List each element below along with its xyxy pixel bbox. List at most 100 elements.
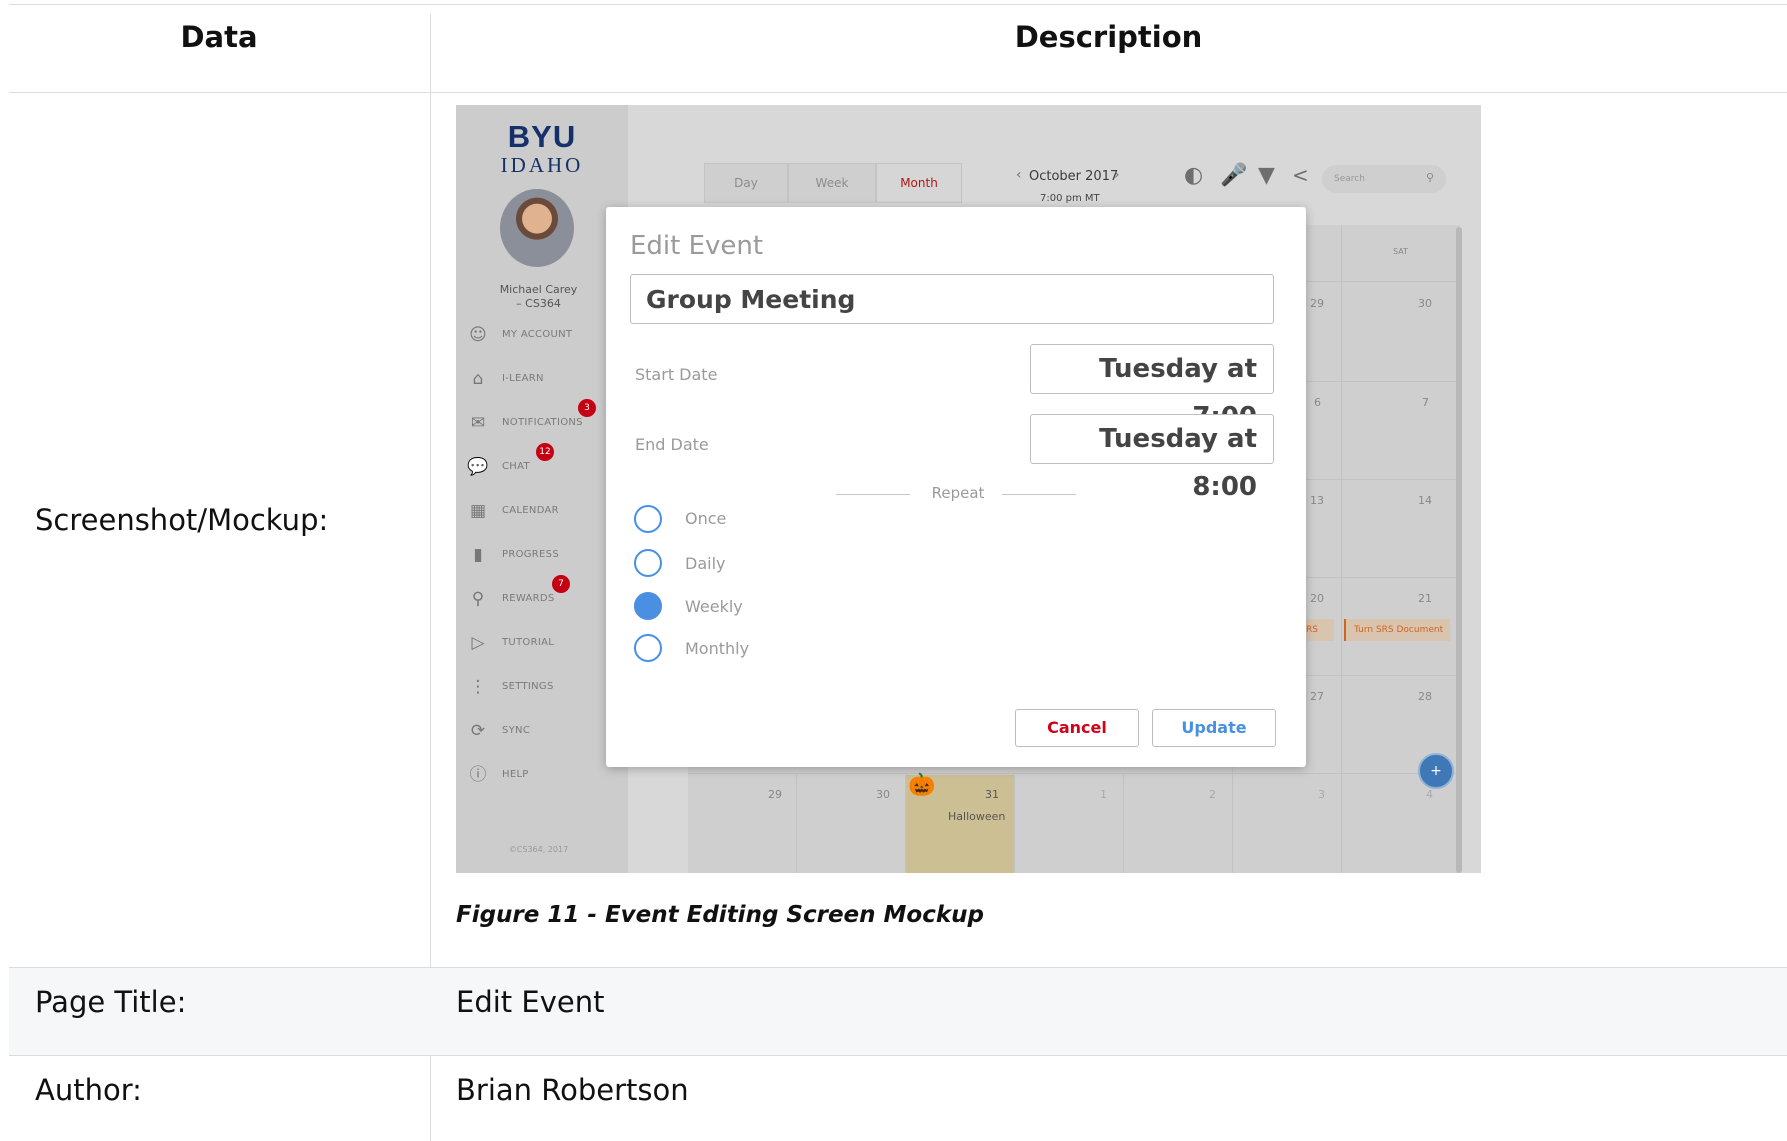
day-number[interactable]: 4 [1426, 788, 1433, 801]
sync-icon: ⟳ [470, 721, 486, 741]
bar-chart-icon: ▮ [473, 545, 483, 565]
dialog-title: Edit Event [630, 231, 764, 261]
header-bottom-border [9, 92, 1787, 93]
radio-once[interactable] [634, 505, 662, 533]
radio-label-daily: Daily [685, 554, 726, 573]
radio-label-monthly: Monthly [685, 639, 750, 658]
day-number[interactable]: 31 [985, 788, 999, 801]
nav-tutorial[interactable]: ▷ TUTORIAL [466, 631, 626, 657]
user-icon: ☺ [469, 325, 487, 345]
filter-icon[interactable]: ▼ [1258, 163, 1275, 188]
nav-help[interactable]: ⓘ HELP [466, 763, 626, 789]
nav-rewards[interactable]: ⚲ REWARDS 7 [466, 575, 626, 613]
nav-sync[interactable]: ⟳ SYNC [466, 719, 626, 745]
calendar-icon: ▦ [469, 501, 487, 521]
start-date-field[interactable]: Tuesday at 7:00 [1030, 344, 1274, 432]
edit-event-dialog: Edit Event Group Meeting Start Date Tues… [606, 207, 1306, 767]
update-button[interactable]: Update [1152, 709, 1276, 747]
user-name: Michael Carey – CS364 [499, 283, 578, 310]
page-title-row [9, 968, 1787, 1055]
avatar[interactable] [500, 189, 574, 267]
tab-week[interactable]: Week [788, 163, 876, 203]
rewards-badge: 7 [552, 575, 570, 593]
trophy-icon: ⚲ [471, 589, 485, 609]
nav-chat[interactable]: 💬 CHAT 12 [466, 443, 626, 481]
search-icon[interactable]: ⚲ [1426, 171, 1434, 184]
screenshot-label: Screenshot/Mockup: [35, 503, 329, 537]
next-month-icon[interactable]: › [1114, 167, 1120, 183]
logo-idaho: IDAHO [500, 153, 584, 177]
day-number[interactable]: 29 [768, 788, 782, 801]
calendar-event[interactable]: Turn SRS Document [1344, 619, 1450, 641]
figure-caption: Figure 11 - Event Editing Screen Mockup [456, 902, 984, 928]
day-number[interactable]: 28 [1418, 690, 1432, 703]
nav-progress[interactable]: ▮ PROGRESS [466, 543, 626, 569]
day-number[interactable]: 6 [1314, 396, 1321, 409]
calendar-scrollbar[interactable] [1456, 227, 1462, 873]
add-event-button[interactable]: + [1418, 753, 1454, 789]
pumpkin-icon: 🎃 [908, 773, 936, 798]
mockup-screenshot: BYU IDAHO Michael Carey – CS364 ☺ MY ACC… [456, 105, 1481, 873]
calendar-event[interactable]: RS [1304, 619, 1334, 641]
radio-daily[interactable] [634, 549, 662, 577]
divider [1002, 494, 1076, 495]
tab-day[interactable]: Day [704, 163, 788, 203]
start-date-label: Start Date [635, 365, 718, 384]
logo-byu: BYU [507, 119, 577, 154]
chat-badge: 12 [536, 443, 554, 461]
sidebar: BYU IDAHO Michael Carey – CS364 ☺ MY ACC… [456, 105, 628, 873]
prev-month-icon[interactable]: ‹ [1016, 167, 1022, 183]
end-date-label: End Date [635, 435, 709, 454]
page-title-value: Edit Event [456, 985, 605, 1019]
home-icon: ⌂ [472, 369, 484, 389]
day-number[interactable]: 7 [1422, 396, 1429, 409]
nav-calendar[interactable]: ▦ CALENDAR [466, 499, 626, 525]
contrast-icon[interactable]: ◐ [1184, 163, 1203, 188]
table-top-border [9, 4, 1787, 5]
author-value: Brian Robertson [456, 1073, 689, 1107]
header-col-description: Description [1014, 20, 1203, 54]
page-title-label: Page Title: [35, 985, 187, 1019]
cancel-button[interactable]: Cancel [1015, 709, 1139, 747]
day-number[interactable]: 29 [1310, 297, 1324, 310]
holiday-label: Halloween [948, 810, 1006, 823]
day-number[interactable]: 3 [1318, 788, 1325, 801]
tab-month[interactable]: Month [876, 163, 962, 203]
day-number[interactable]: 14 [1418, 494, 1432, 507]
header-col-data: Data [180, 20, 258, 54]
microphone-icon[interactable]: 🎤 [1220, 163, 1247, 188]
day-number[interactable]: 21 [1418, 592, 1432, 605]
author-label: Author: [35, 1073, 142, 1107]
sliders-icon: ⋮ [469, 677, 487, 697]
nav-settings[interactable]: ⋮ SETTINGS [466, 675, 626, 701]
row-border [9, 1055, 1787, 1056]
repeat-label: Repeat [931, 484, 985, 502]
day-number[interactable]: 13 [1310, 494, 1324, 507]
day-number[interactable]: 20 [1310, 592, 1324, 605]
nav-i-learn[interactable]: ⌂ I-LEARN [466, 367, 626, 393]
day-number[interactable]: 2 [1209, 788, 1216, 801]
copyright: ©CS364, 2017 [508, 845, 569, 854]
event-name-input[interactable]: Group Meeting [630, 274, 1274, 324]
play-icon: ▷ [471, 633, 485, 653]
radio-label-weekly: Weekly [685, 597, 743, 616]
end-date-field[interactable]: Tuesday at 8:00 [1030, 414, 1274, 502]
weekday-label: SAT [1393, 247, 1408, 256]
month-label: October 2017 [1029, 169, 1119, 184]
radio-label-once: Once [685, 509, 727, 528]
mail-icon: ✉ [470, 413, 486, 433]
help-icon: ⓘ [469, 765, 487, 785]
day-number[interactable]: 30 [1418, 297, 1432, 310]
day-number[interactable]: 27 [1310, 690, 1324, 703]
row-border [9, 967, 1787, 968]
day-number[interactable]: 1 [1100, 788, 1107, 801]
notifications-badge: 3 [578, 399, 596, 417]
nav-notifications[interactable]: ✉ NOTIFICATIONS 3 [466, 399, 626, 437]
chat-icon: 💬 [467, 457, 489, 477]
day-number[interactable]: 30 [876, 788, 890, 801]
radio-weekly[interactable] [634, 592, 662, 620]
current-time: 7:00 pm MT [1040, 193, 1100, 204]
share-icon[interactable]: < [1292, 163, 1309, 187]
nav-my-account[interactable]: ☺ MY ACCOUNT [466, 323, 626, 349]
radio-monthly[interactable] [634, 634, 662, 662]
